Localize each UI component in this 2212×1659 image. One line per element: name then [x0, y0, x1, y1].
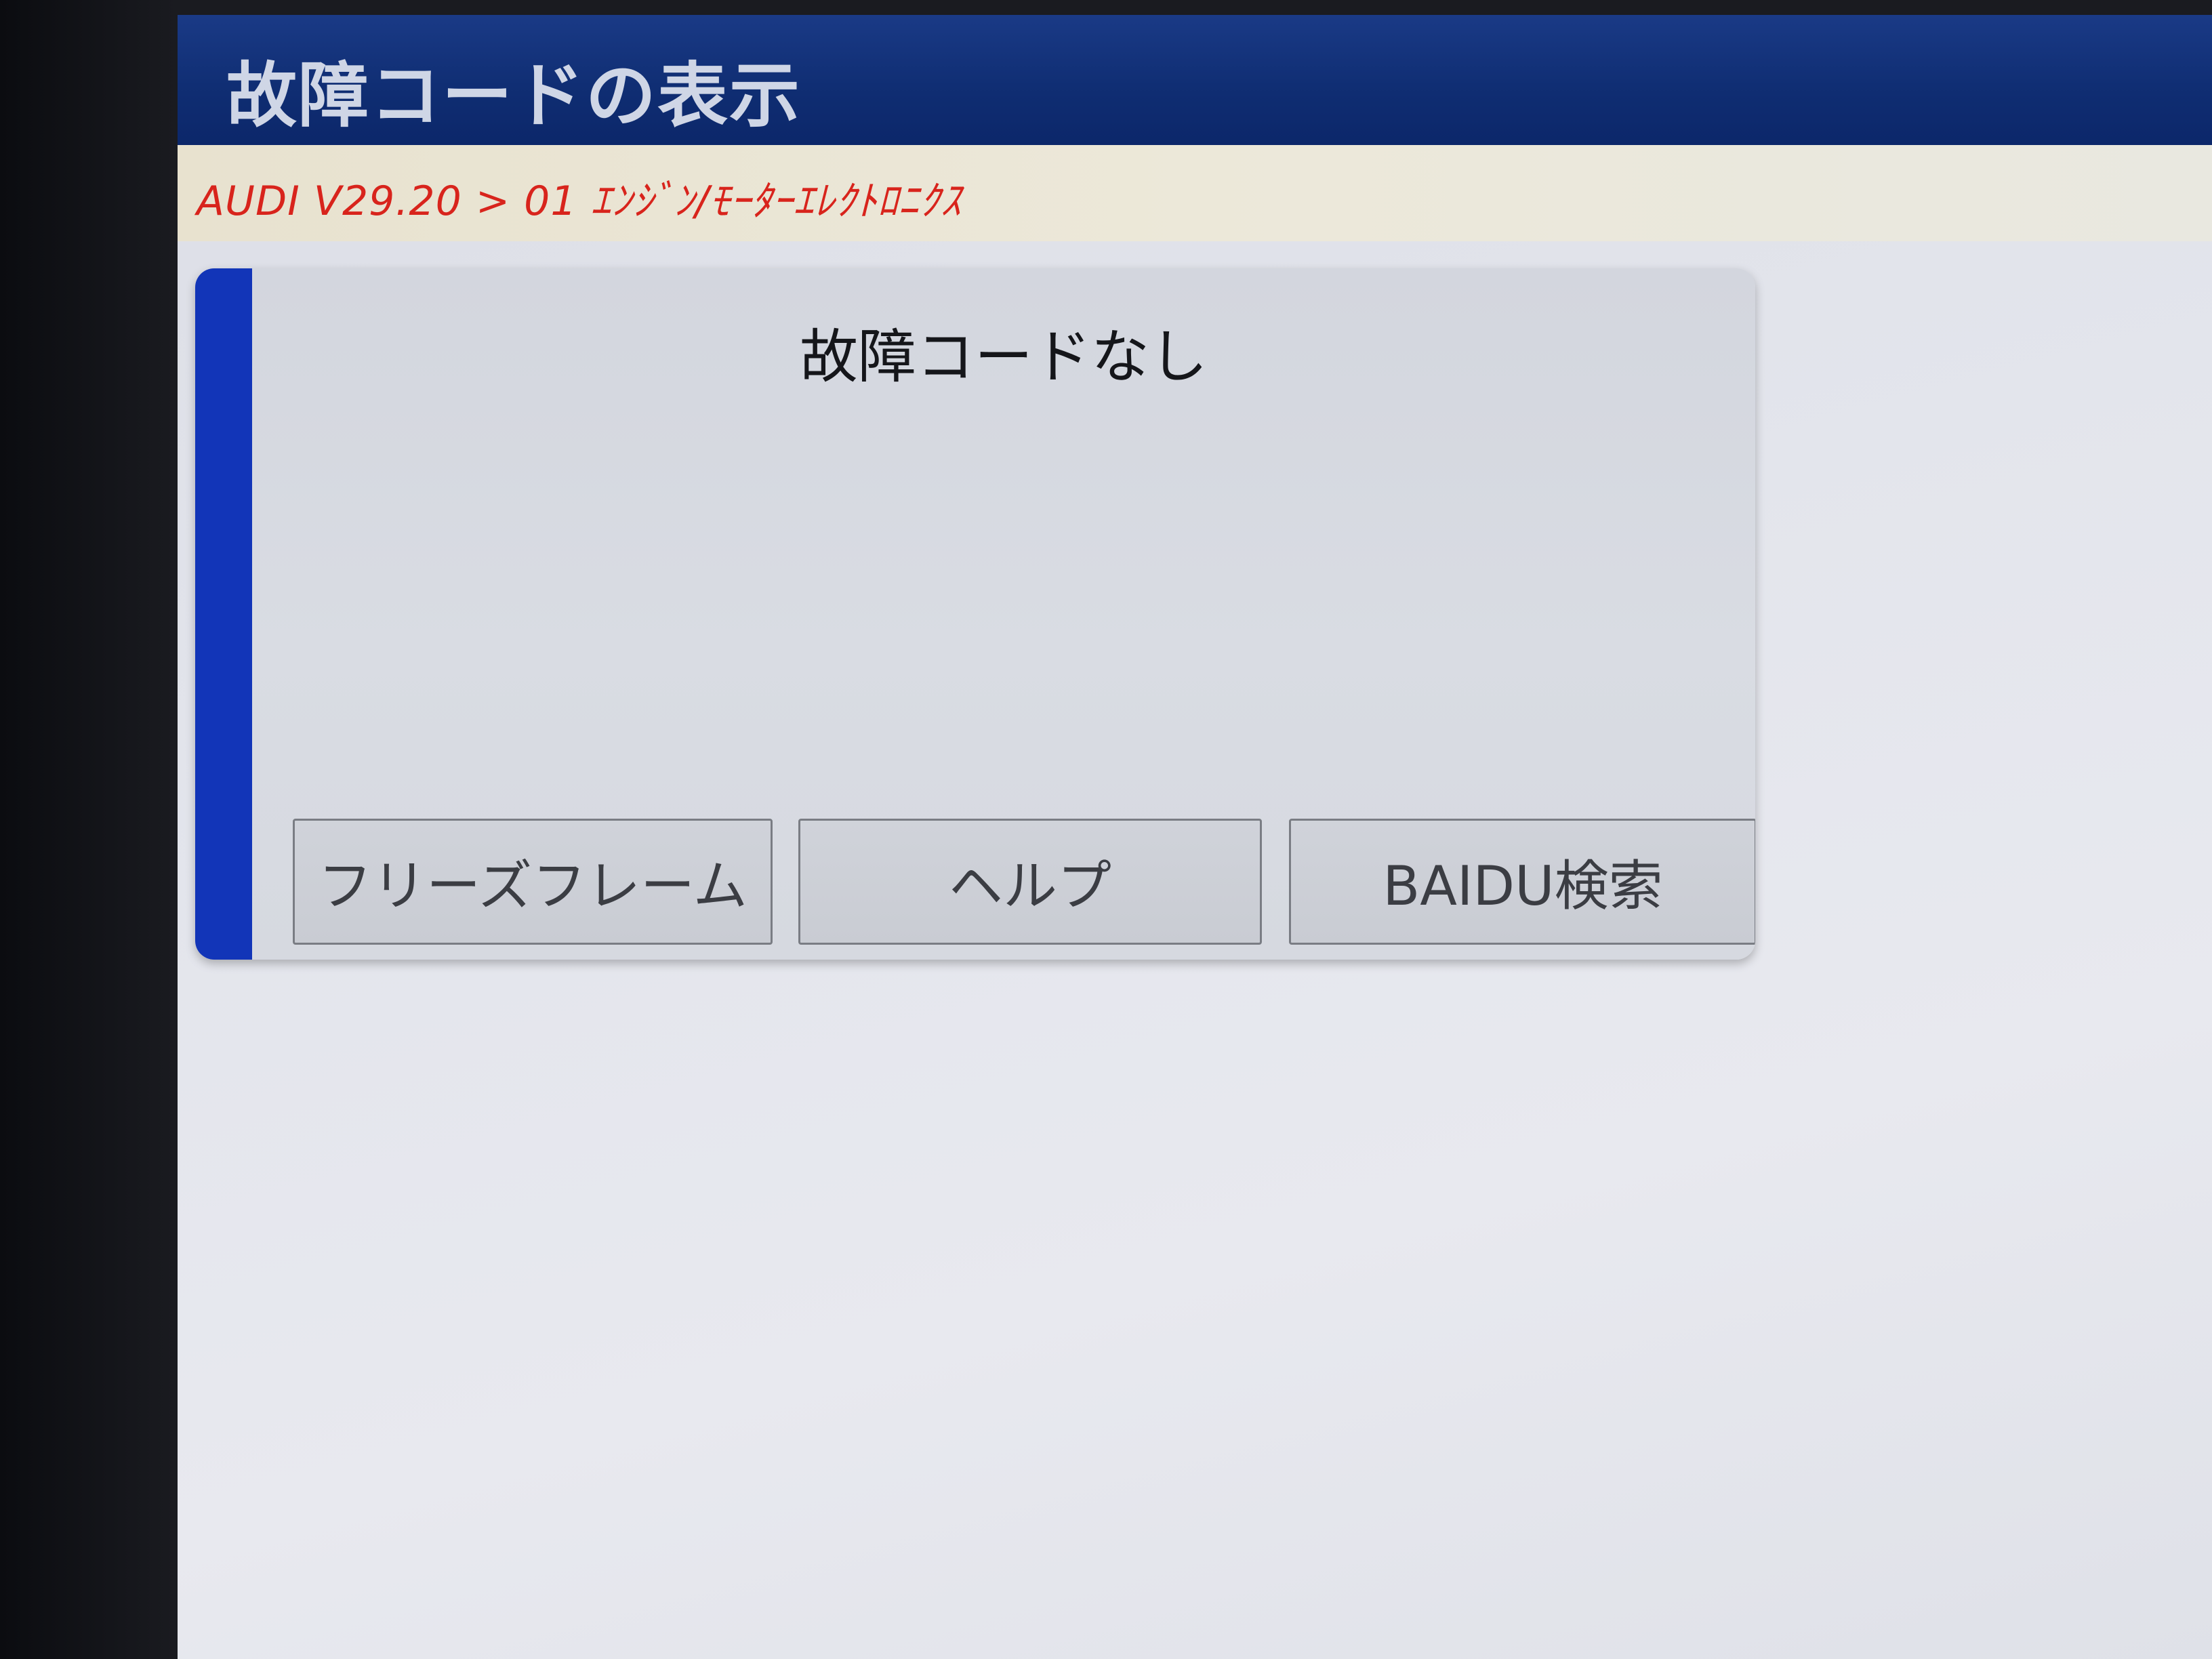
- result-panel: 故障コードなし フリーズフレーム ヘルプ BAIDU検索: [195, 268, 1755, 960]
- title-bar: 故障コードの表示: [178, 15, 2212, 145]
- freeze-frame-button[interactable]: フリーズフレーム: [293, 819, 773, 945]
- help-button[interactable]: ヘルプ: [798, 819, 1262, 945]
- panel-accent-bar: [195, 268, 252, 960]
- device-screen: 故障コードの表示 AUDI V29.20 > 01 ｴﾝｼﾞﾝ/ﾓｰﾀｰｴﾚｸﾄ…: [178, 15, 2212, 1659]
- breadcrumb: AUDI V29.20 > 01 ｴﾝｼﾞﾝ/ﾓｰﾀｰｴﾚｸﾄﾛﾆｸｽ: [178, 145, 2212, 241]
- no-fault-code-message: 故障コードなし: [800, 323, 1208, 391]
- page-title: 故障コードの表示: [226, 54, 802, 137]
- baidu-search-button[interactable]: BAIDU検索: [1289, 819, 1755, 945]
- breadcrumb-path: AUDI V29.20 > 01 ｴﾝｼﾞﾝ/ﾓｰﾀｰｴﾚｸﾄﾛﾆｸｽ: [197, 178, 962, 225]
